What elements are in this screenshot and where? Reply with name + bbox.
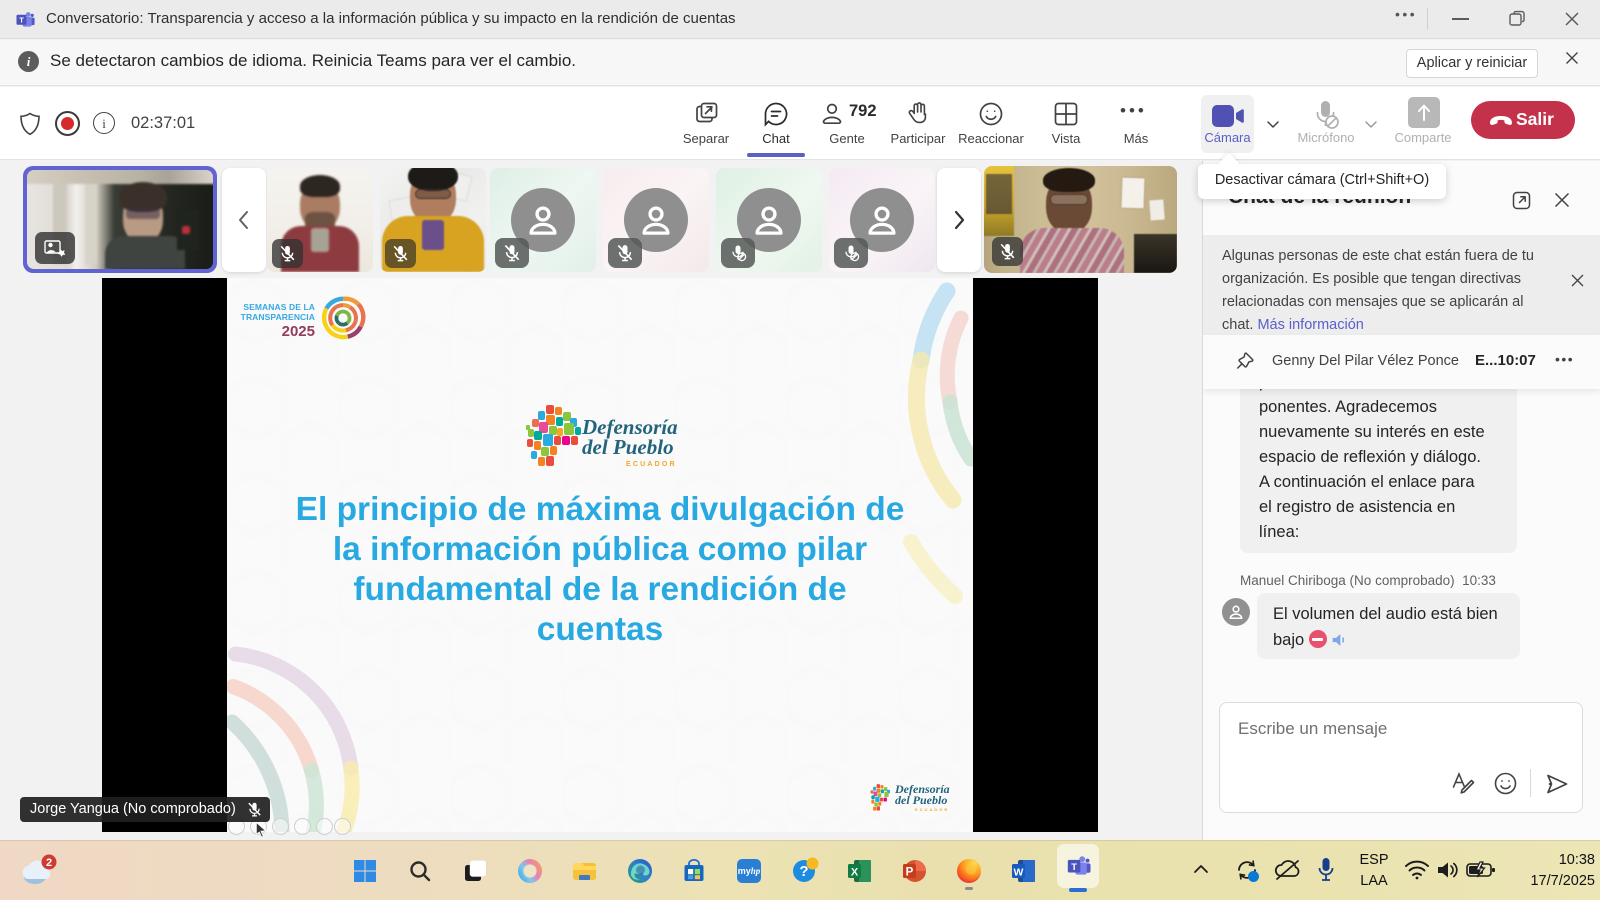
svg-text:2: 2 (46, 857, 52, 869)
svg-text:X: X (851, 867, 859, 879)
svg-text:T: T (1071, 862, 1077, 873)
svg-text:W: W (1014, 867, 1024, 879)
svg-text:P: P (906, 867, 914, 879)
svg-text:T: T (19, 16, 24, 25)
